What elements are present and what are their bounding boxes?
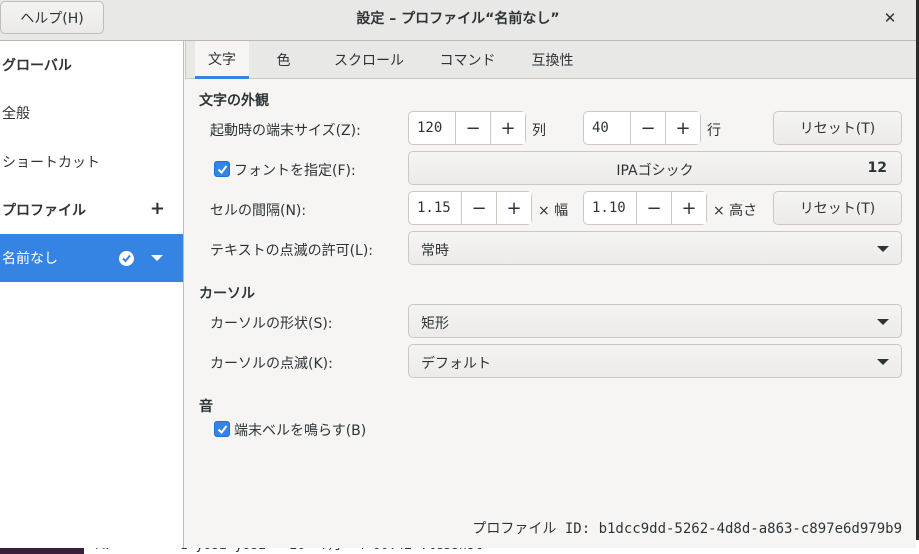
sidebar-header-profiles: プロファイル + bbox=[0, 186, 183, 234]
tab-compatibility[interactable]: 互換性 bbox=[520, 41, 585, 79]
sidebar-item-shortcuts[interactable]: ショートカット bbox=[0, 138, 183, 186]
tab-command[interactable]: コマンド bbox=[429, 41, 506, 79]
width-spacing-stepper[interactable]: 1.15 − + bbox=[408, 191, 532, 225]
add-profile-icon[interactable]: + bbox=[150, 198, 165, 219]
height-spacing-decrease-button[interactable]: − bbox=[636, 192, 671, 224]
chevron-down-icon bbox=[877, 319, 889, 325]
sidebar-item-general[interactable]: 全般 bbox=[0, 89, 183, 137]
terminal-size-label: 起動時の端末サイズ(Z): bbox=[210, 123, 361, 139]
cell-spacing-label: セルの間隔(N): bbox=[210, 203, 307, 219]
profile-menu-chevron-down-icon[interactable] bbox=[151, 255, 163, 261]
custom-font-label[interactable]: フォントを指定(F): bbox=[234, 160, 356, 180]
height-unit: × 高さ bbox=[713, 203, 758, 219]
rows-decrease-button[interactable]: − bbox=[630, 112, 665, 144]
terminal-bell-checkbox[interactable] bbox=[214, 421, 230, 437]
columns-increase-button[interactable]: + bbox=[490, 112, 525, 144]
cursor-shape-dropdown[interactable]: 矩形 bbox=[408, 304, 902, 338]
custom-font-checkbox[interactable] bbox=[214, 161, 230, 177]
tab-colors[interactable]: 色 bbox=[261, 41, 306, 79]
chevron-down-icon bbox=[877, 359, 889, 365]
columns-stepper[interactable]: 120 − + bbox=[408, 111, 526, 145]
checkmark-icon bbox=[217, 425, 228, 435]
columns-decrease-button[interactable]: − bbox=[455, 112, 490, 144]
close-button[interactable]: ✕ bbox=[880, 8, 900, 28]
width-spacing-increase-button[interactable]: + bbox=[496, 192, 531, 224]
tab-bar: 文字 色 スクロール コマンド 互換性 bbox=[185, 41, 916, 79]
sound-title: 音 bbox=[199, 399, 213, 415]
width-spacing-value[interactable]: 1.15 bbox=[409, 192, 461, 224]
headerbar: ヘルプ(H) 設定 – プロファイル“名前なし” ✕ bbox=[0, 0, 916, 41]
text-appearance-title: 文字の外観 bbox=[199, 93, 269, 109]
tab-scrolling[interactable]: スクロール bbox=[319, 41, 419, 79]
close-icon: ✕ bbox=[883, 9, 897, 27]
sidebar-header-global-label: グローバル bbox=[2, 58, 72, 74]
profile-id: プロファイル ID: b1dcc9dd-5262-4d8d-a863-c897e… bbox=[472, 521, 902, 537]
width-spacing-decrease-button[interactable]: − bbox=[461, 192, 496, 224]
sidebar-header-profiles-label: プロファイル bbox=[2, 203, 86, 219]
default-profile-check-icon bbox=[119, 251, 134, 266]
rows-unit: 行 bbox=[707, 123, 721, 139]
reset-size-button[interactable]: リセット(T) bbox=[773, 111, 902, 145]
rows-value[interactable]: 40 bbox=[584, 112, 630, 144]
sidebar-item-profile-label: 名前なし bbox=[2, 251, 58, 267]
text-blink-label: テキストの点滅の許可(L): bbox=[210, 243, 374, 259]
profile-content: 文字 色 スクロール コマンド 互換性 文字の外観 起動時の端末サイズ(Z): … bbox=[185, 41, 916, 548]
rows-stepper[interactable]: 40 − + bbox=[583, 111, 701, 145]
cursor-title: カーソル bbox=[199, 286, 255, 302]
text-blink-dropdown[interactable]: 常時 bbox=[408, 231, 902, 265]
sidebar-header-global: グローバル bbox=[0, 41, 183, 89]
checkmark-icon bbox=[217, 165, 228, 175]
preferences-window: ヘルプ(H) 設定 – プロファイル“名前なし” ✕ グローバル 全般 ショート… bbox=[0, 0, 916, 548]
height-spacing-value[interactable]: 1.10 bbox=[584, 192, 636, 224]
sidebar-item-shortcuts-label: ショートカット bbox=[2, 155, 100, 171]
font-chooser-button[interactable]: IPAゴシック 12 bbox=[408, 151, 902, 185]
width-unit: × 幅 bbox=[538, 203, 569, 219]
terminal-bell-label[interactable]: 端末ベルを鳴らす(B) bbox=[234, 420, 366, 440]
cursor-blink-dropdown[interactable]: デフォルト bbox=[408, 344, 902, 378]
cursor-blink-value: デフォルト bbox=[421, 356, 491, 372]
window-title: 設定 – プロファイル“名前なし” bbox=[356, 11, 560, 27]
rows-increase-button[interactable]: + bbox=[665, 112, 700, 144]
tab-text[interactable]: 文字 bbox=[195, 41, 249, 79]
sidebar-item-general-label: 全般 bbox=[2, 106, 30, 122]
font-name: IPAゴシック bbox=[616, 163, 694, 179]
height-spacing-increase-button[interactable]: + bbox=[671, 192, 706, 224]
cursor-blink-label: カーソルの点滅(K): bbox=[210, 356, 333, 372]
font-size: 12 bbox=[867, 160, 887, 176]
reset-spacing-button[interactable]: リセット(T) bbox=[773, 191, 902, 225]
columns-unit: 列 bbox=[532, 123, 546, 139]
columns-value[interactable]: 120 bbox=[409, 112, 455, 144]
text-blink-value: 常時 bbox=[421, 243, 449, 259]
chevron-down-icon bbox=[877, 246, 889, 252]
cursor-shape-label: カーソルの形状(S): bbox=[210, 316, 333, 332]
height-spacing-stepper[interactable]: 1.10 − + bbox=[583, 191, 707, 225]
sidebar: グローバル 全般 ショートカット プロファイル + 名前なし bbox=[0, 41, 184, 548]
sidebar-item-profile[interactable]: 名前なし bbox=[0, 234, 183, 282]
cursor-shape-value: 矩形 bbox=[421, 316, 449, 332]
